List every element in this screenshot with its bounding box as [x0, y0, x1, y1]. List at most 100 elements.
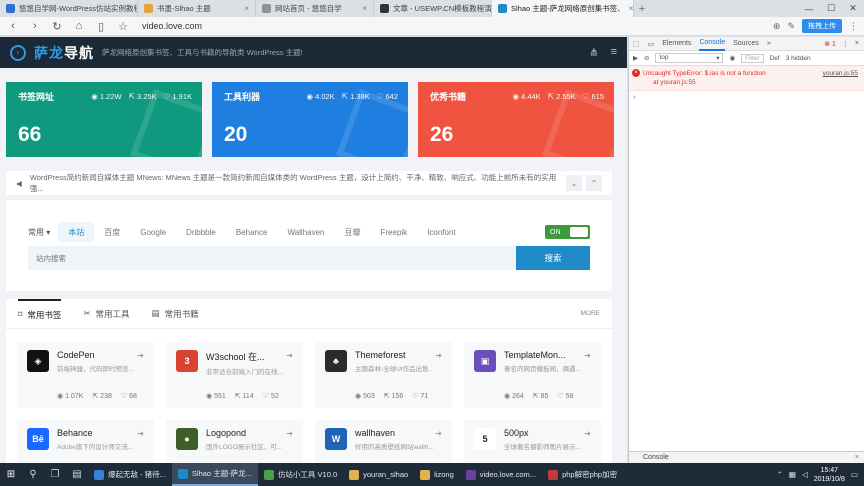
- minimize-icon[interactable]: —: [798, 0, 820, 17]
- bookmark-card[interactable]: ▣ TemplateMon... 著名的网页模板网，偶遇... ➜ ◉ 264 ⇱ 85 ♡…: [464, 342, 601, 408]
- taskbar-app[interactable]: youran_slhao: [343, 463, 414, 486]
- browser-tab[interactable]: 网站首页 - 悠悠自学 ×: [256, 0, 374, 17]
- task-view-icon[interactable]: ❐: [44, 469, 66, 480]
- maximize-icon[interactable]: ☐: [820, 0, 842, 17]
- arrow-right-icon[interactable]: ➜: [435, 429, 442, 438]
- bookmark-category-tab[interactable]: ✂ 常用工具: [83, 299, 129, 329]
- inspect-icon[interactable]: ⬚: [633, 40, 640, 48]
- arrow-right-icon[interactable]: ➜: [137, 351, 144, 360]
- window-close-icon[interactable]: ✕: [842, 0, 864, 17]
- close-icon[interactable]: ×: [855, 454, 864, 461]
- filter-input[interactable]: Filter: [741, 53, 764, 63]
- stat-card[interactable]: 工具利器 ◉ 4.02K ⇱ 1.38K ♡ 642 20: [212, 82, 408, 157]
- notification-icon[interactable]: ▭: [851, 470, 858, 479]
- logo-icon[interactable]: ›: [10, 44, 26, 61]
- browser-tab[interactable]: 悠悠自学网-WordPress仿站实例教程×: [0, 0, 138, 17]
- browser-tab[interactable]: 书墨-Slhao 主题 ×: [138, 0, 256, 17]
- taskbar-app[interactable]: lizong: [414, 463, 460, 486]
- notice-text[interactable]: WordPress简约新闻自媒体主题 MNews: MNews 主题是一款简约新…: [30, 172, 558, 194]
- share-icon[interactable]: ⋔: [589, 46, 598, 59]
- bookmark-card[interactable]: Bē Behance Adobe旗下的设计师交流... ➜: [17, 420, 154, 463]
- bookmark-card[interactable]: ◈ CodePen 前端神器，代码即时预览... ➜ ◉ 1.07K ⇱ 238 ♡ 68: [17, 342, 154, 408]
- search-input[interactable]: [28, 246, 516, 270]
- taskbar-app[interactable]: Slhao 主题-萨龙...: [171, 463, 258, 486]
- home-icon[interactable]: ⌂: [72, 20, 86, 32]
- browser-tab[interactable]: 文章 - USEWP.CN模板教程演示网站×: [374, 0, 492, 17]
- arrow-right-icon[interactable]: ➜: [137, 429, 144, 438]
- file-explorer-icon[interactable]: ▤: [66, 469, 88, 480]
- kebab-menu-icon[interactable]: ⋮: [842, 40, 849, 48]
- search-engine-tab[interactable]: Wallhaven: [277, 222, 334, 242]
- search-engine-tab[interactable]: 豆瓣: [335, 222, 371, 242]
- tab-close-icon[interactable]: ×: [244, 4, 249, 13]
- menu-icon[interactable]: ⋮: [849, 21, 858, 32]
- taskbar-app[interactable]: 仿站小工具 V10.0: [258, 463, 343, 486]
- search-engine-tab[interactable]: Iconfont: [417, 222, 465, 242]
- arrow-right-icon[interactable]: ➜: [435, 351, 442, 360]
- reader-icon[interactable]: ▯: [94, 20, 108, 33]
- search-engine-tab[interactable]: Behance: [226, 222, 278, 242]
- devtools-tab[interactable]: Sources: [733, 40, 759, 47]
- hamburger-menu-icon[interactable]: ≡: [611, 46, 617, 59]
- browser-tab[interactable]: Slhao 主题-萨龙网络原创集书签、 ×: [492, 0, 634, 17]
- taskbar-app[interactable]: php解密php加密: [542, 463, 623, 486]
- upload-button[interactable]: 拖拽上传: [802, 19, 842, 33]
- tab-close-icon[interactable]: ×: [629, 4, 633, 13]
- back-icon[interactable]: ‹: [6, 20, 20, 32]
- bookmark-card[interactable]: ♣ Themeforest 主题森林-全球UI作品出售... ➜ ◉ 503 ⇱ 156 ♡…: [315, 342, 452, 408]
- error-count-badge[interactable]: ⊗ 1: [824, 40, 836, 48]
- bookmark-card[interactable]: 5 500px 全球著名摄影师图片展示... ➜: [464, 420, 601, 463]
- search-button[interactable]: 搜索: [516, 246, 590, 270]
- error-source-link[interactable]: youran.js:55: [823, 69, 858, 78]
- bookmark-category-tab[interactable]: ▤ 常用书籍: [152, 299, 199, 329]
- chevron-up-icon[interactable]: ⌃: [586, 175, 602, 191]
- more-tabs-icon[interactable]: »: [767, 40, 771, 47]
- start-icon[interactable]: ⊞: [0, 469, 22, 480]
- console-prompt[interactable]: ›: [629, 91, 864, 104]
- stat-card[interactable]: 优秀书籍 ◉ 4.44K ⇱ 2.55K ♡ 615 26: [418, 82, 614, 157]
- error-stack[interactable]: at youran.js:55: [643, 78, 860, 87]
- extension-icon[interactable]: ⊕: [773, 21, 781, 32]
- levels-select[interactable]: Def: [770, 55, 780, 62]
- chevron-up-icon[interactable]: ⌃: [777, 470, 783, 479]
- taskbar-app[interactable]: 爆起无敌 - 猪待...: [88, 463, 172, 486]
- volume-icon[interactable]: ◁: [802, 470, 808, 479]
- search-icon[interactable]: ⚲: [22, 469, 44, 480]
- forward-icon[interactable]: ›: [28, 20, 42, 32]
- devtools-tab[interactable]: Console: [699, 37, 726, 51]
- tab-close-icon[interactable]: ×: [362, 4, 367, 13]
- search-engine-tab[interactable]: Google: [130, 222, 176, 242]
- reload-icon[interactable]: ↻: [50, 20, 64, 33]
- stat-card[interactable]: 书签网址 ◉ 1.22W ⇱ 3.25K ♡ 1.91K 66: [6, 82, 202, 157]
- eye-icon[interactable]: ◉: [729, 54, 735, 62]
- engine-group-select[interactable]: 常用 ▾: [28, 227, 58, 238]
- clear-console-icon[interactable]: ⊘: [644, 54, 649, 62]
- close-devtools-icon[interactable]: ×: [855, 40, 859, 48]
- devtools-tab[interactable]: Elements: [662, 40, 691, 47]
- device-toolbar-icon[interactable]: ▭: [648, 40, 655, 48]
- drawer-title[interactable]: Console: [643, 454, 669, 461]
- more-link[interactable]: MORE: [581, 310, 601, 317]
- arrow-right-icon[interactable]: ➜: [584, 351, 591, 360]
- chevron-down-icon[interactable]: ⌄: [566, 175, 582, 191]
- arrow-right-icon[interactable]: ➜: [584, 429, 591, 438]
- url-field[interactable]: video.love.com: [142, 21, 202, 31]
- context-select[interactable]: top ▾: [655, 53, 724, 63]
- arrow-right-icon[interactable]: ➜: [286, 351, 293, 360]
- translate-icon[interactable]: ✎: [787, 21, 795, 32]
- network-icon[interactable]: ▦: [789, 470, 796, 479]
- taskbar-app[interactable]: video.love.com...: [460, 463, 542, 486]
- bookmark-card[interactable]: 3 W3school 在... 非常适合前端入门的在线... ➜ ◉ 551 ⇱ 114 ♡…: [166, 342, 303, 408]
- bookmark-star-icon[interactable]: ☆: [116, 20, 130, 33]
- new-window-toggle[interactable]: ON: [545, 225, 590, 239]
- search-engine-tab[interactable]: Dribbble: [176, 222, 226, 242]
- arrow-right-icon[interactable]: ➜: [286, 429, 293, 438]
- search-engine-tab[interactable]: 本站: [58, 222, 95, 242]
- search-engine-tab[interactable]: 百度: [94, 222, 130, 242]
- site-logo[interactable]: 萨龙导航: [34, 43, 94, 63]
- bookmark-category-tab[interactable]: ⌑ 常用书签: [18, 298, 62, 329]
- bookmark-card[interactable]: Wwallhaven 好用的高质壁纸网站wallh... ➜: [315, 420, 452, 463]
- bookmark-card[interactable]: ● Logopond 国外LOGO展示社区，可... ➜: [166, 420, 303, 463]
- clock[interactable]: 15:47 2019/10/8: [814, 466, 845, 484]
- search-engine-tab[interactable]: Freepik: [371, 222, 418, 242]
